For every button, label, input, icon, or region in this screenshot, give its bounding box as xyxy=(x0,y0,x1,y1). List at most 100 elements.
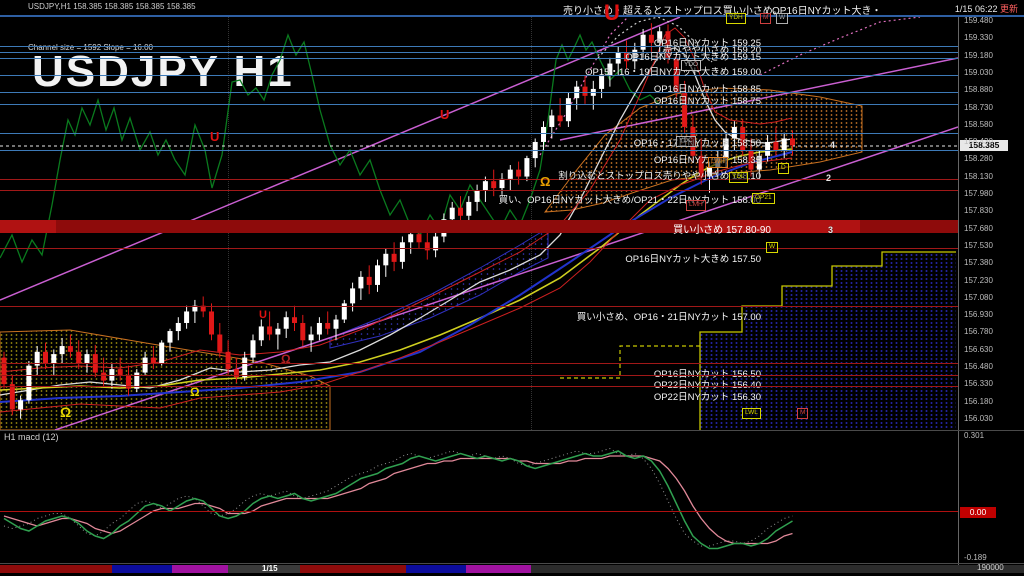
chart-surface[interactable]: Channel size = 1592 Slope = 16.00 USDJPY… xyxy=(0,2,958,430)
macd-axis-top: 0.301 xyxy=(964,431,985,440)
session-segment xyxy=(0,565,112,573)
macd-lines xyxy=(3,447,793,550)
candle-body xyxy=(458,207,463,216)
price-axis-label: 159.030 xyxy=(964,67,993,77)
op-level-line xyxy=(0,150,958,151)
candle-body xyxy=(516,169,522,177)
candle-body xyxy=(51,354,57,364)
period-box-w: W xyxy=(776,13,789,24)
volume-readout: 190000 xyxy=(977,563,1004,572)
op-level-line xyxy=(0,92,958,93)
signal-marker: U xyxy=(259,309,267,321)
op-level-line xyxy=(0,375,958,376)
candle-body xyxy=(549,115,555,127)
price-axis[interactable]: 158.385 0.301 0.00 -0.189 159.480 159.330… xyxy=(958,16,1024,572)
op-level-line xyxy=(0,52,958,53)
candle-body xyxy=(366,276,372,285)
price-axis-label: 157.380 xyxy=(964,258,993,268)
candle-body xyxy=(449,207,455,220)
price-axis-label: 158.730 xyxy=(964,102,993,112)
session-segment xyxy=(531,565,1024,573)
signal-marker: Ω xyxy=(60,404,72,420)
price-axis-label: 156.930 xyxy=(964,310,993,320)
period-box-lwl: LWL xyxy=(742,408,761,419)
macd-alt-line xyxy=(3,447,793,547)
macd-zero-tag: 0.00 xyxy=(960,507,996,518)
session-bar xyxy=(0,565,1024,573)
op-level-annotation: OP16日NYカット 158.75 xyxy=(653,96,761,107)
op-level-line xyxy=(0,179,958,180)
period-box-op21: OP21 xyxy=(752,193,775,204)
candle-body xyxy=(375,265,380,285)
signal-marker: Ω xyxy=(190,385,200,399)
candle-body xyxy=(275,328,281,335)
candle-body xyxy=(9,384,15,410)
updated-word: 更新 xyxy=(999,4,1018,14)
candle-body xyxy=(408,234,414,243)
candle-body xyxy=(781,138,787,151)
price-axis-label: 157.080 xyxy=(964,292,993,302)
candle-body xyxy=(333,319,339,329)
period-box-ydh: YDH xyxy=(726,13,746,24)
price-axis-label: 158.430 xyxy=(964,137,993,147)
top-info-bar: USDJPY,H1 158.385 158.385 158.385 158.38… xyxy=(0,0,1024,17)
updated-time: 1/15 06:22 xyxy=(954,4,998,14)
candle-body xyxy=(325,322,331,329)
last-updated: 1/15 06:22 更新 xyxy=(955,2,1018,15)
period-box-m: M xyxy=(797,408,809,419)
candle-body xyxy=(175,322,181,332)
candle-body xyxy=(499,178,505,189)
price-axis-label: 157.680 xyxy=(964,223,993,233)
candle-body xyxy=(765,141,771,156)
macd-canvas xyxy=(3,447,793,550)
candle-body xyxy=(358,276,364,289)
bottom-divider xyxy=(0,563,1024,564)
candle-body xyxy=(258,326,264,341)
price-axis-label: 156.180 xyxy=(964,396,993,406)
op-level-annotation: OP16日NYカット大きめ 157.50 xyxy=(625,254,761,265)
signal-marker: 4 xyxy=(830,140,836,150)
candle-body xyxy=(350,288,356,304)
candle-body xyxy=(391,253,397,262)
candle-body xyxy=(565,98,571,122)
candle-body xyxy=(557,115,563,122)
candle-body xyxy=(18,400,24,410)
op-level-annotation: OP16・17日NYカット 158.50 xyxy=(633,138,761,149)
signal-marker: 2 xyxy=(826,173,832,183)
price-axis-label: 156.630 xyxy=(964,344,993,354)
candle-body xyxy=(250,340,256,358)
candle-body xyxy=(225,351,231,370)
price-axis-label: 158.280 xyxy=(964,154,993,164)
signal-marker: U xyxy=(604,0,620,25)
candle-body xyxy=(773,141,779,151)
candle-body xyxy=(466,201,472,216)
session-segment xyxy=(112,565,172,573)
candle-body xyxy=(101,372,107,381)
op-level-line xyxy=(0,306,958,307)
candle-body xyxy=(416,234,422,243)
candle-body xyxy=(383,253,389,266)
price-axis-label: 156.480 xyxy=(964,362,993,371)
price-axis-label: 157.230 xyxy=(964,275,993,285)
op-level-annotation: OP22日NYカット 156.30 xyxy=(653,392,761,403)
macd-main-line xyxy=(3,450,793,550)
candle-body xyxy=(491,181,497,189)
period-box-ydo: YDO xyxy=(681,60,702,71)
candle-body xyxy=(184,311,190,323)
candle-body xyxy=(117,369,123,375)
candle-body xyxy=(507,169,513,179)
period-box-m: M xyxy=(760,13,772,24)
op-level-line xyxy=(0,133,958,134)
op-level-annotation: 買い小さめ、OP16・21日NYカット 157.00 xyxy=(576,312,761,323)
session-date-label: 1/15 xyxy=(262,564,278,573)
session-segment xyxy=(406,565,466,573)
op-level-line xyxy=(0,104,958,105)
period-box-lwh: LWH xyxy=(708,157,728,168)
price-axis-label: 156.030 xyxy=(964,413,993,423)
ichimoku-clouds xyxy=(0,87,956,430)
session-segment xyxy=(466,565,531,573)
price-axis-label: 159.180 xyxy=(964,50,993,60)
candle-body xyxy=(267,326,273,335)
candle-body xyxy=(159,342,165,364)
price-axis-label: 157.830 xyxy=(964,206,993,216)
